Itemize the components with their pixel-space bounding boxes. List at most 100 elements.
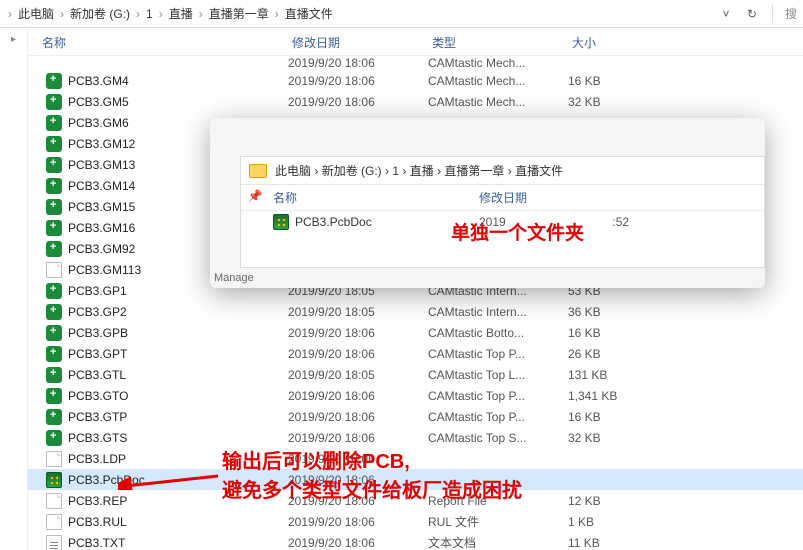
cell-type: CAMtastic Top S... [428,431,568,445]
file-name: PCB3.GTO [68,389,128,403]
pcrumb-drive[interactable]: 新加卷 (G:) [322,162,382,179]
camtastic-file-icon [46,409,62,425]
popup-col-date[interactable]: 修改日期 [479,189,619,206]
file-name: PCB3.GM13 [68,158,135,172]
divider [772,5,773,23]
cell-date: 2019/9/20 18:06 [288,410,428,424]
file-name: PCB3.GTS [68,431,127,445]
camtastic-file-icon [46,220,62,236]
pcrumb-pc[interactable]: 此电脑 [275,162,311,179]
pcrumb-live[interactable]: 直播 [410,162,434,179]
popup-file-name: PCB3.PcbDoc [295,215,372,229]
chevron-right-icon: › [58,7,66,21]
pcrumb-ch1[interactable]: 直播第一章 [444,162,504,179]
generic-file-icon [46,514,62,530]
pcrumb-1[interactable]: 1 [392,164,399,178]
cell-date: 2019/9/20 18:06 [288,56,428,70]
file-name: PCB3.GM12 [68,137,135,151]
camtastic-file-icon [46,94,62,110]
generic-file-icon [46,451,62,467]
chevron-right-icon: › [399,164,410,178]
col-type[interactable]: 类型 [428,34,568,51]
expand-toggle-icon[interactable]: ▸ [11,34,16,45]
cell-size: 26 KB [568,347,668,361]
table-row[interactable]: PCB3.GPT 2019/9/20 18:06CAMtastic Top P..… [28,343,803,364]
chevron-right-icon: › [6,7,14,21]
refresh-icon[interactable]: ↻ [744,6,760,22]
file-name: PCB3.GTP [68,410,127,424]
table-row[interactable]: PCB3.GTS 2019/9/20 18:06CAMtastic Top S..… [28,427,803,448]
file-name: PCB3.REP [68,494,127,508]
file-name: PCB3.GP2 [68,305,127,319]
cell-date: 2019/9/20 18:06 [288,95,428,109]
cell-type: CAMtastic Intern... [428,305,568,319]
crumb-live[interactable]: 直播 [165,5,197,22]
camtastic-file-icon [46,283,62,299]
col-date[interactable]: 修改日期 [288,34,428,51]
popup-breadcrumb: 此电脑 › 新加卷 (G:) › 1 › 直播 › 直播第一章 › 直播文件 [241,157,764,185]
cell-date: 2019/9/20 18:06 [288,515,428,529]
cell-size: 32 KB [568,431,668,445]
col-size[interactable]: 大小 [568,34,668,51]
table-row[interactable]: 2019/9/20 18:06 CAMtastic Mech... [28,56,803,70]
table-row[interactable]: PCB3.GPB2019/9/20 18:06CAMtastic Botto..… [28,322,803,343]
camtastic-file-icon [46,388,62,404]
pcrumb-files[interactable]: 直播文件 [515,162,563,179]
col-name[interactable]: 名称 [28,34,288,51]
cell-date: 2019/9/20 18:05 [288,368,428,382]
folder-icon [249,164,267,178]
camtastic-file-icon [46,157,62,173]
cell-size: 16 KB [568,74,668,88]
cell-type: CAMtastic Top P... [428,389,568,403]
popup-col-name[interactable]: 名称 [269,189,479,206]
file-name: PCB3.GPB [68,326,128,340]
crumb-drive[interactable]: 新加卷 (G:) [66,5,134,22]
camtastic-file-icon [46,199,62,215]
file-name: PCB3.GP1 [68,284,127,298]
file-name: PCB3.GPT [68,347,127,361]
cell-type: CAMtastic Top P... [428,347,568,361]
cell-date: 2019/9/20 18:06 [288,74,428,88]
camtastic-file-icon [46,325,62,341]
cell-size: 12 KB [568,494,668,508]
chevron-right-icon: › [382,164,393,178]
file-name: PCB3.RUL [68,515,127,529]
table-row[interactable]: PCB3.GP22019/9/20 18:05CAMtastic Intern.… [28,301,803,322]
popup-window: 此电脑 › 新加卷 (G:) › 1 › 直播 › 直播第一章 › 直播文件 📌… [210,118,765,288]
cell-size: 16 KB [568,326,668,340]
dropdown-icon[interactable]: ˅ [718,6,734,22]
cell-type: RUL 文件 [428,513,568,530]
cell-type: CAMtastic Mech... [428,95,568,109]
cell-size: 32 KB [568,95,668,109]
camtastic-file-icon [46,136,62,152]
pin-icon[interactable]: 📌 [241,189,269,206]
cell-size: 16 KB [568,410,668,424]
cell-type: CAMtastic Mech... [428,74,568,88]
annotation-red-1: 单独一个文件夹 [451,218,584,245]
cell-date: 2019/9/20 18:06 [288,347,428,361]
table-row[interactable]: PCB3.GTO2019/9/20 18:06CAMtastic Top P..… [28,385,803,406]
crumb-files[interactable]: 直播文件 [281,5,337,22]
table-row[interactable]: PCB3.GTL2019/9/20 18:05CAMtastic Top L..… [28,364,803,385]
file-name: PCB3.GM16 [68,221,135,235]
cell-type: CAMtastic Mech... [428,56,568,70]
table-row[interactable]: PCB3.TXT2019/9/20 18:06文本文档11 KB [28,532,803,550]
crumb-1[interactable]: 1 [142,7,157,21]
cell-date: 2019/9/20 18:06 [288,431,428,445]
camtastic-file-icon [46,241,62,257]
generic-file-icon [46,493,62,509]
crumb-ch1[interactable]: 直播第一章 [205,5,273,22]
camtastic-file-icon [46,178,62,194]
camtastic-file-icon [46,115,62,131]
cell-size: 131 KB [568,368,668,382]
table-row[interactable]: PCB3.GM42019/9/20 18:06CAMtastic Mech...… [28,70,803,91]
table-row[interactable]: PCB3.GTP2019/9/20 18:06CAMtastic Top P..… [28,406,803,427]
camtastic-file-icon [46,346,62,362]
search-hint[interactable]: 搜 [785,5,797,22]
cell-size: 1,341 KB [568,389,668,403]
table-row[interactable]: PCB3.RUL2019/9/20 18:06RUL 文件1 KB [28,511,803,532]
table-row[interactable]: PCB3.GM52019/9/20 18:06CAMtastic Mech...… [28,91,803,112]
crumb-pc[interactable]: 此电脑 [14,5,58,22]
popup-col-headers: 📌 名称 修改日期 [241,185,764,211]
pcb-file-icon [273,214,289,230]
